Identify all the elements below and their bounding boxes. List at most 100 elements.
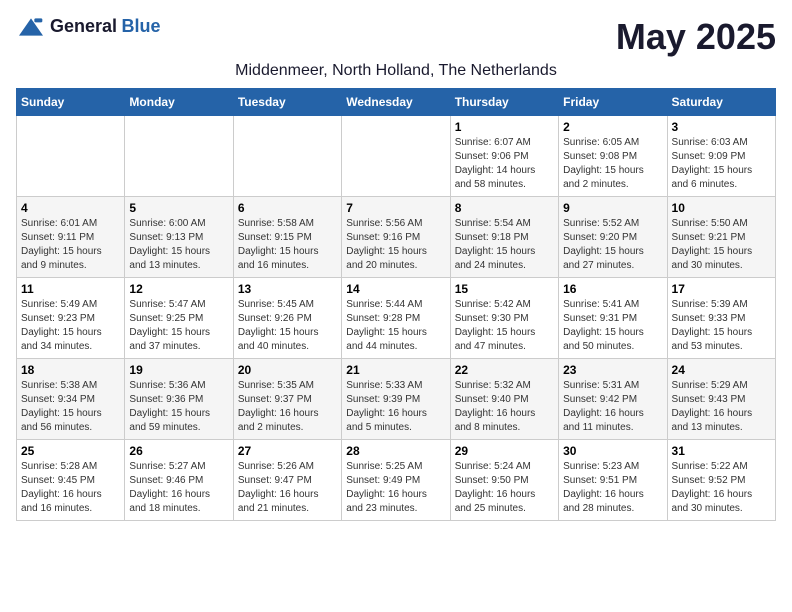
calendar-day-cell: 23 Sunrise: 5:31 AM Sunset: 9:42 PM Dayli… (559, 359, 667, 440)
calendar-day-cell: 6 Sunrise: 5:58 AM Sunset: 9:15 PM Daylig… (233, 197, 341, 278)
day-number: 23 (563, 363, 662, 377)
day-number: 30 (563, 444, 662, 458)
calendar-day-header: Saturday (667, 89, 775, 116)
calendar-day-cell: 21 Sunrise: 5:33 AM Sunset: 9:39 PM Dayli… (342, 359, 450, 440)
month-title: May 2025 (616, 16, 776, 58)
calendar-day-cell: 10 Sunrise: 5:50 AM Sunset: 9:21 PM Dayli… (667, 197, 775, 278)
day-number: 31 (672, 444, 771, 458)
calendar-week-row: 4 Sunrise: 6:01 AM Sunset: 9:11 PM Daylig… (17, 197, 776, 278)
day-detail: Sunrise: 5:36 AM Sunset: 9:36 PM Dayligh… (129, 379, 228, 435)
day-detail: Sunrise: 5:54 AM Sunset: 9:18 PM Dayligh… (455, 217, 554, 273)
calendar-day-header: Sunday (17, 89, 125, 116)
day-detail: Sunrise: 5:24 AM Sunset: 9:50 PM Dayligh… (455, 460, 554, 516)
logo-icon (16, 17, 46, 37)
day-detail: Sunrise: 5:41 AM Sunset: 9:31 PM Dayligh… (563, 298, 662, 354)
calendar-day-cell: 18 Sunrise: 5:38 AM Sunset: 9:34 PM Dayli… (17, 359, 125, 440)
calendar-day-cell: 11Sunrise: 5:49 AM Sunset: 9:23 PM Dayli… (17, 278, 125, 359)
day-detail: Sunrise: 5:33 AM Sunset: 9:39 PM Dayligh… (346, 379, 445, 435)
day-number: 25 (21, 444, 120, 458)
day-number: 6 (238, 201, 337, 215)
calendar-table: SundayMondayTuesdayWednesdayThursdayFrid… (16, 88, 776, 521)
day-detail: Sunrise: 5:23 AM Sunset: 9:51 PM Dayligh… (563, 460, 662, 516)
calendar-day-cell: 9Sunrise: 5:52 AM Sunset: 9:20 PM Daylig… (559, 197, 667, 278)
page-header: General Blue May 2025 (16, 16, 776, 58)
calendar-day-cell: 1 Sunrise: 6:07 AM Sunset: 9:06 PM Daylig… (450, 116, 558, 197)
day-number: 22 (455, 363, 554, 377)
day-number: 26 (129, 444, 228, 458)
day-detail: Sunrise: 5:28 AM Sunset: 9:45 PM Dayligh… (21, 460, 120, 516)
calendar-day-header: Thursday (450, 89, 558, 116)
day-detail: Sunrise: 6:03 AM Sunset: 9:09 PM Dayligh… (672, 136, 771, 192)
day-number: 12 (129, 282, 228, 296)
calendar-day-header: Monday (125, 89, 233, 116)
day-detail: Sunrise: 5:42 AM Sunset: 9:30 PM Dayligh… (455, 298, 554, 354)
calendar-day-cell: 2Sunrise: 6:05 AM Sunset: 9:08 PM Daylig… (559, 116, 667, 197)
day-number: 16 (563, 282, 662, 296)
day-number: 9 (563, 201, 662, 215)
day-number: 18 (21, 363, 120, 377)
calendar-day-cell: 20 Sunrise: 5:35 AM Sunset: 9:37 PM Dayli… (233, 359, 341, 440)
calendar-day-cell (233, 116, 341, 197)
day-detail: Sunrise: 5:58 AM Sunset: 9:15 PM Dayligh… (238, 217, 337, 273)
day-detail: Sunrise: 6:01 AM Sunset: 9:11 PM Dayligh… (21, 217, 120, 273)
day-number: 19 (129, 363, 228, 377)
calendar-day-cell: 25 Sunrise: 5:28 AM Sunset: 9:45 PM Dayli… (17, 440, 125, 521)
calendar-day-cell: 3 Sunrise: 6:03 AM Sunset: 9:09 PM Daylig… (667, 116, 775, 197)
day-number: 8 (455, 201, 554, 215)
calendar-day-cell: 14 Sunrise: 5:44 AM Sunset: 9:28 PM Dayli… (342, 278, 450, 359)
day-number: 10 (672, 201, 771, 215)
calendar-day-cell: 5 Sunrise: 6:00 AM Sunset: 9:13 PM Daylig… (125, 197, 233, 278)
calendar-day-cell (125, 116, 233, 197)
calendar-day-cell (17, 116, 125, 197)
calendar-day-header: Tuesday (233, 89, 341, 116)
calendar-day-cell: 7Sunrise: 5:56 AM Sunset: 9:16 PM Daylig… (342, 197, 450, 278)
logo-general: General (50, 16, 117, 36)
day-detail: Sunrise: 5:22 AM Sunset: 9:52 PM Dayligh… (672, 460, 771, 516)
day-number: 27 (238, 444, 337, 458)
calendar-subtitle: Middenmeer, North Holland, The Netherlan… (16, 62, 776, 80)
day-number: 28 (346, 444, 445, 458)
calendar-day-cell: 28 Sunrise: 5:25 AM Sunset: 9:49 PM Dayli… (342, 440, 450, 521)
day-number: 7 (346, 201, 445, 215)
day-detail: Sunrise: 5:38 AM Sunset: 9:34 PM Dayligh… (21, 379, 120, 435)
day-detail: Sunrise: 5:31 AM Sunset: 9:42 PM Dayligh… (563, 379, 662, 435)
calendar-day-cell: 27 Sunrise: 5:26 AM Sunset: 9:47 PM Dayli… (233, 440, 341, 521)
day-detail: Sunrise: 5:26 AM Sunset: 9:47 PM Dayligh… (238, 460, 337, 516)
day-number: 1 (455, 120, 554, 134)
day-detail: Sunrise: 5:44 AM Sunset: 9:28 PM Dayligh… (346, 298, 445, 354)
day-number: 21 (346, 363, 445, 377)
day-number: 15 (455, 282, 554, 296)
day-detail: Sunrise: 5:25 AM Sunset: 9:49 PM Dayligh… (346, 460, 445, 516)
calendar-day-cell: 15 Sunrise: 5:42 AM Sunset: 9:30 PM Dayli… (450, 278, 558, 359)
calendar-day-cell: 26 Sunrise: 5:27 AM Sunset: 9:46 PM Dayli… (125, 440, 233, 521)
calendar-body: 1 Sunrise: 6:07 AM Sunset: 9:06 PM Daylig… (17, 116, 776, 521)
day-number: 11 (21, 282, 120, 296)
calendar-week-row: 1 Sunrise: 6:07 AM Sunset: 9:06 PM Daylig… (17, 116, 776, 197)
day-detail: Sunrise: 6:00 AM Sunset: 9:13 PM Dayligh… (129, 217, 228, 273)
calendar-day-cell: 13Sunrise: 5:45 AM Sunset: 9:26 PM Dayli… (233, 278, 341, 359)
calendar-day-cell: 16 Sunrise: 5:41 AM Sunset: 9:31 PM Dayli… (559, 278, 667, 359)
calendar-day-cell: 22 Sunrise: 5:32 AM Sunset: 9:40 PM Dayli… (450, 359, 558, 440)
day-number: 3 (672, 120, 771, 134)
calendar-day-cell: 8 Sunrise: 5:54 AM Sunset: 9:18 PM Daylig… (450, 197, 558, 278)
calendar-day-cell (342, 116, 450, 197)
logo: General Blue (16, 16, 161, 37)
day-number: 4 (21, 201, 120, 215)
logo-blue: Blue (122, 16, 161, 36)
day-detail: Sunrise: 5:35 AM Sunset: 9:37 PM Dayligh… (238, 379, 337, 435)
calendar-day-cell: 24Sunrise: 5:29 AM Sunset: 9:43 PM Dayli… (667, 359, 775, 440)
day-detail: Sunrise: 6:07 AM Sunset: 9:06 PM Dayligh… (455, 136, 554, 192)
day-number: 20 (238, 363, 337, 377)
day-number: 17 (672, 282, 771, 296)
day-detail: Sunrise: 5:50 AM Sunset: 9:21 PM Dayligh… (672, 217, 771, 273)
day-number: 2 (563, 120, 662, 134)
day-number: 14 (346, 282, 445, 296)
calendar-day-cell: 17Sunrise: 5:39 AM Sunset: 9:33 PM Dayli… (667, 278, 775, 359)
day-detail: Sunrise: 5:27 AM Sunset: 9:46 PM Dayligh… (129, 460, 228, 516)
calendar-week-row: 25 Sunrise: 5:28 AM Sunset: 9:45 PM Dayli… (17, 440, 776, 521)
calendar-day-cell: 30 Sunrise: 5:23 AM Sunset: 9:51 PM Dayli… (559, 440, 667, 521)
day-number: 5 (129, 201, 228, 215)
calendar-header-row: SundayMondayTuesdayWednesdayThursdayFrid… (17, 89, 776, 116)
day-detail: Sunrise: 5:32 AM Sunset: 9:40 PM Dayligh… (455, 379, 554, 435)
day-detail: Sunrise: 5:29 AM Sunset: 9:43 PM Dayligh… (672, 379, 771, 435)
